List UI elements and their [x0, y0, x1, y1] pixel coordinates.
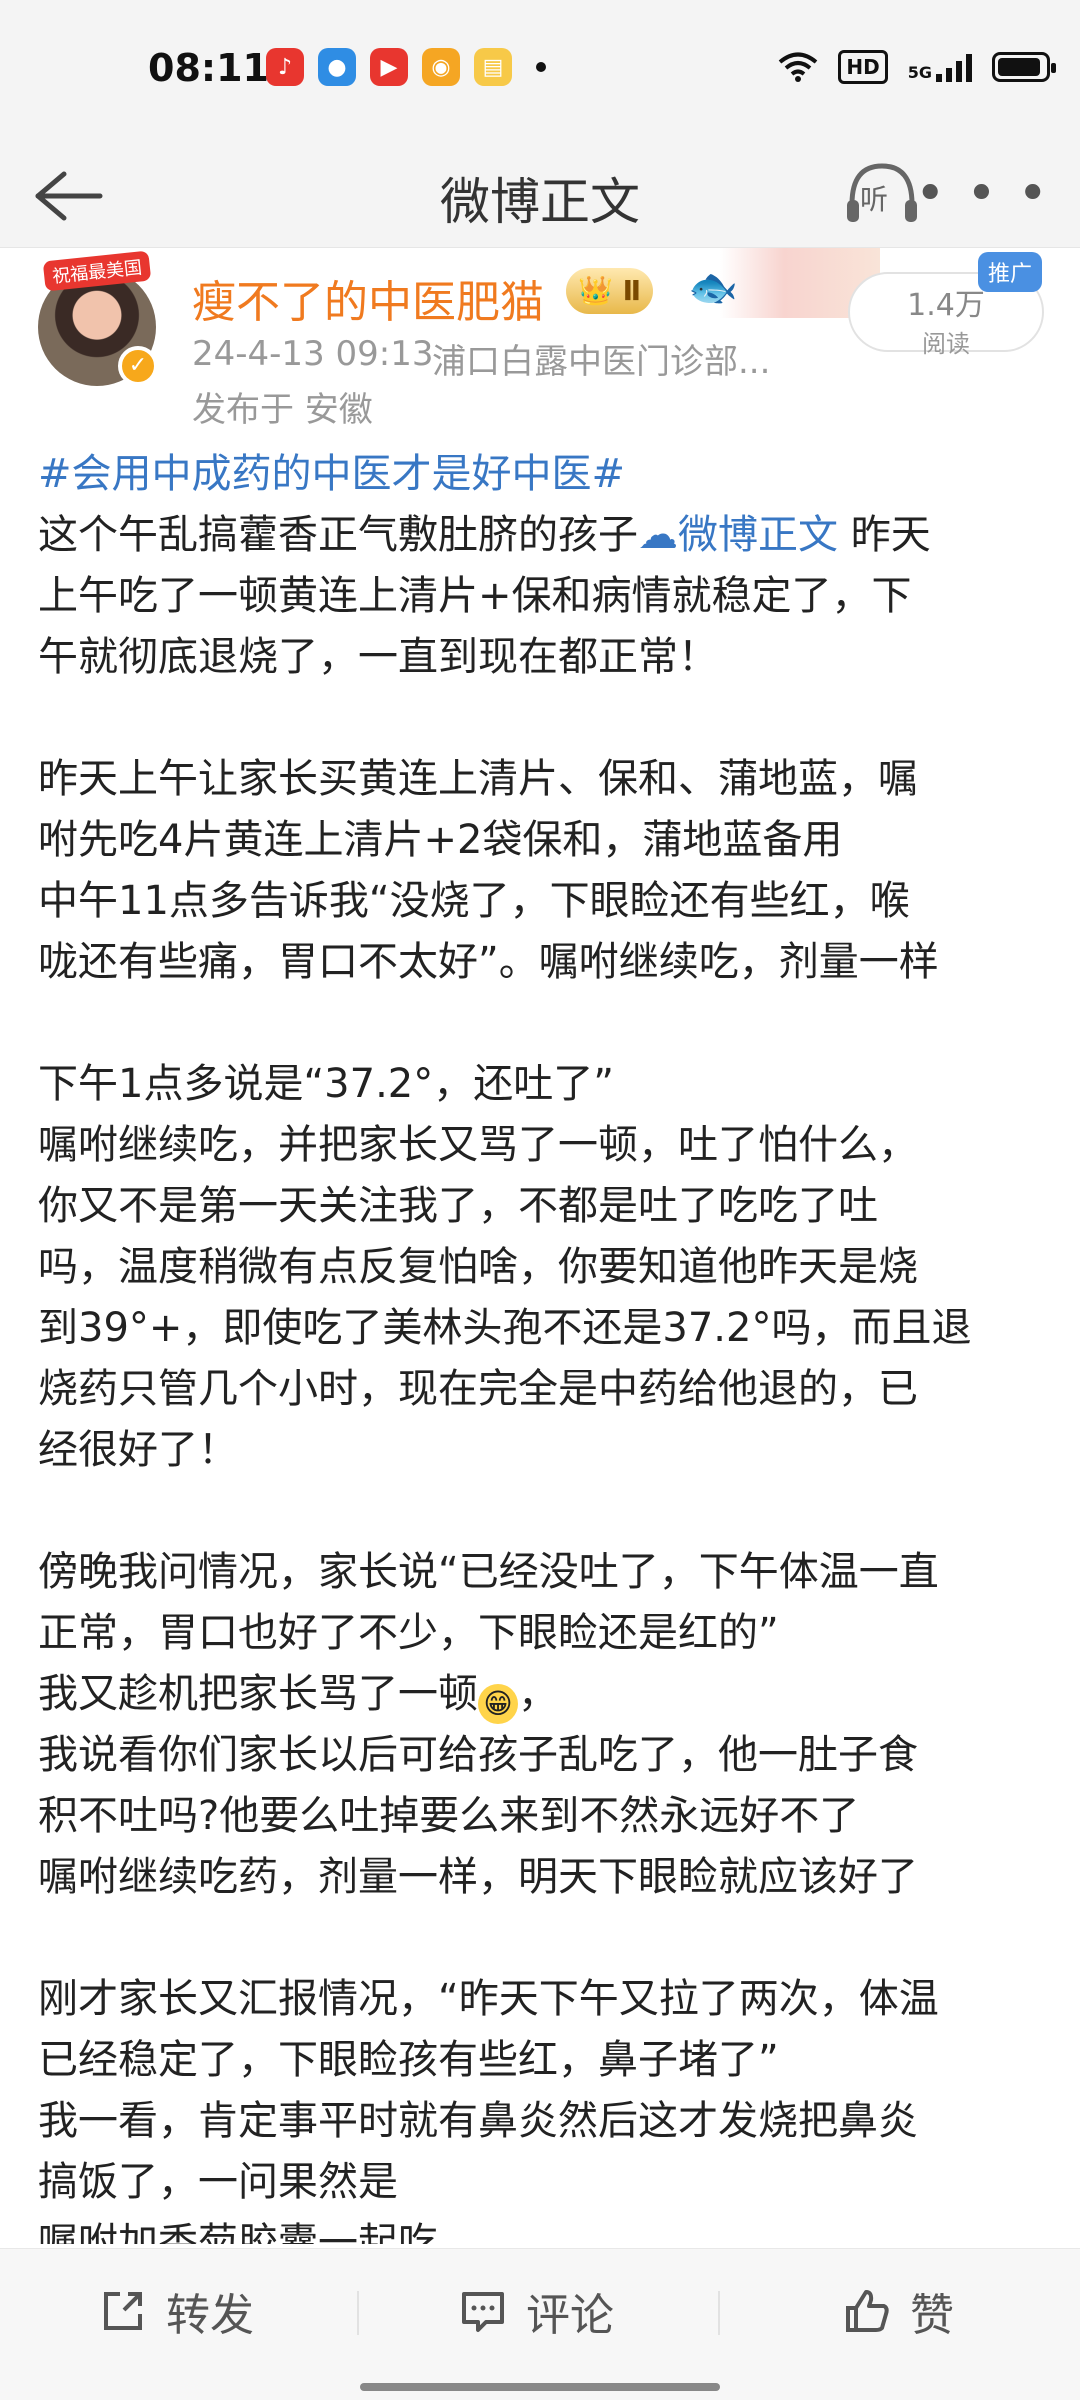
like-button[interactable]: 赞 [842, 2281, 954, 2341]
verified-badge-icon: ✓ [118, 346, 158, 386]
repost-icon [104, 2292, 142, 2330]
body-line: 经很好了！ [38, 1427, 238, 1473]
body-line: 咙还有些痛，胃口不太好”。嘱咐继续吃，剂量一样 [38, 939, 939, 985]
post-body: #会用中成药的中医才是好中医# 这个午乱搞藿香正气敷肚脐的孩子☁微博正文 昨天 … [38, 444, 1048, 2244]
promo-badge: 推广 [978, 252, 1043, 292]
repost-label: 转发 [166, 2290, 254, 2341]
body-line: 我说看你们家长以后可给孩子乱吃了，他一肚子食 [38, 1732, 918, 1778]
thumbs-up-icon [846, 2290, 889, 2332]
battery-icon [992, 52, 1056, 82]
body-line: 嘱咐继续吃，并把家长又骂了一顿，吐了怕什么， [38, 1122, 918, 1168]
body-line: 我一看，肯定事平时就有鼻炎然后这才发烧把鼻炎 [38, 2098, 918, 2144]
wifi-icon [779, 52, 818, 82]
author-name[interactable]: 瘦不了的中医肥猫 [192, 266, 544, 330]
weibo-link[interactable]: ☁微博正文 [638, 512, 838, 558]
vip-level-badge: 👑 Ⅱ [566, 268, 654, 314]
cellular-signal-icon: 5G [908, 52, 972, 82]
top-nav-bar: 微博正文 听 • • • [0, 140, 1080, 248]
listen-button[interactable]: 听 [844, 160, 920, 230]
body-line: 你又不是第一天关注我了，不都是吐了吃吃了吐 [38, 1183, 878, 1229]
comment-label: 评论 [526, 2290, 614, 2341]
body-line: 上午吃了一顿黄连上清片+保和病情就稳定了，下 [38, 573, 912, 619]
body-line: 咐先吃4片黄连上清片+2袋保和，蒲地蓝备用 [38, 817, 843, 863]
body-line: 下午1点多说是“37.2°，还吐了” [38, 1061, 614, 1107]
weibo-post-page: 08:11 ♪ ● ▶ ◉ ▤ HD 5G 微博正文 听 • • • 祝福最美国… [0, 0, 1080, 2400]
body-line: 刚才家长又汇报情况，“昨天下午又拉了两次，体温 [38, 1976, 939, 2022]
hd-badge: HD [838, 50, 888, 84]
listen-label: 听 [860, 183, 889, 216]
notification-icons: ♪ ● ▶ ◉ ▤ [266, 48, 546, 86]
body-line: 积不吐吗?他要么吐掉要么来到不然永远好不了 [38, 1793, 860, 1839]
chat-app-icon: ● [318, 48, 356, 86]
music-app-icon: ♪ [266, 48, 304, 86]
repost-button[interactable]: 转发 [98, 2281, 254, 2341]
body-line: 傍晚我问情况，家长说“已经没吐了，下午体温一直 [38, 1549, 939, 1595]
comment-icon [462, 2292, 504, 2332]
reader-app-icon: ▤ [474, 48, 512, 86]
bottom-action-bar: 转发 评论 赞 [0, 2248, 1080, 2400]
home-indicator[interactable] [360, 2383, 720, 2391]
body-line: 午就彻底退烧了，一直到现在都正常！ [38, 634, 718, 680]
like-label: 赞 [910, 2290, 954, 2341]
comment-button[interactable]: 评论 [458, 2281, 614, 2341]
body-line: 烧药只管几个小时，现在完全是中药给他退的，已 [38, 1366, 918, 1412]
read-count-label: 阅读 [922, 330, 970, 358]
divider [357, 2291, 359, 2335]
more-notifications-icon [536, 62, 546, 72]
post-location: 发布于 安徽 [192, 390, 373, 430]
body-line: 已经稳定了，下眼睑孩有些红，鼻子堵了” [38, 2037, 779, 2083]
body-line: 搞饭了，一问果然是 [38, 2159, 398, 2205]
system-status: HD 5G [778, 50, 1056, 84]
hashtag-topic[interactable]: #会用中成药的中医才是好中医# [38, 444, 1048, 505]
more-options-icon[interactable]: • • • [915, 164, 1050, 224]
status-bar: 08:11 ♪ ● ▶ ◉ ▤ HD 5G [0, 0, 1080, 140]
body-line: 正常，胃口也好了不少，下眼睑还是红的” [38, 1610, 779, 1656]
body-line: 中午11点多告诉我“没烧了，下眼睑还有些红，喉 [38, 878, 910, 924]
body-line: 我又趁机把家长骂了一顿 😁， [38, 1664, 1048, 1725]
fan-badge-icon: 🐟 [688, 265, 738, 311]
body-line: 嘱咐继续吃药，剂量一样，明天下眼睑就应该好了 [38, 1854, 918, 1900]
post-header: 祝福最美国 ✓ 瘦不了的中医肥猫 👑 Ⅱ 🐟 1.4万 阅读 推广 24-4-1… [0, 248, 1080, 430]
weibo-app-icon: ◉ [422, 48, 460, 86]
video-app-icon: ▶ [370, 48, 408, 86]
grin-emoji-icon: 😁 [478, 1684, 518, 1724]
body-line: 这个午乱搞藿香正气敷肚脐的孩子☁微博正文 昨天 [38, 512, 931, 558]
post-source: 浦口白露中医门诊部... [432, 342, 771, 382]
status-time: 08:11 [148, 46, 269, 90]
body-line: 嘱咐加香菊胶囊一起吃 [38, 2220, 438, 2244]
body-line: 吗，温度稍微有点反复怕啥，你要知道他昨天是烧 [38, 1244, 918, 1290]
body-line: 到39°+，即使吃了美林头孢不还是37.2°吗，而且退 [38, 1305, 972, 1351]
post-timestamp: 24-4-13 09:13 [192, 334, 434, 374]
divider [718, 2291, 720, 2335]
body-line: 昨天上午让家长买黄连上清片、保和、蒲地蓝，嘱 [38, 756, 918, 802]
